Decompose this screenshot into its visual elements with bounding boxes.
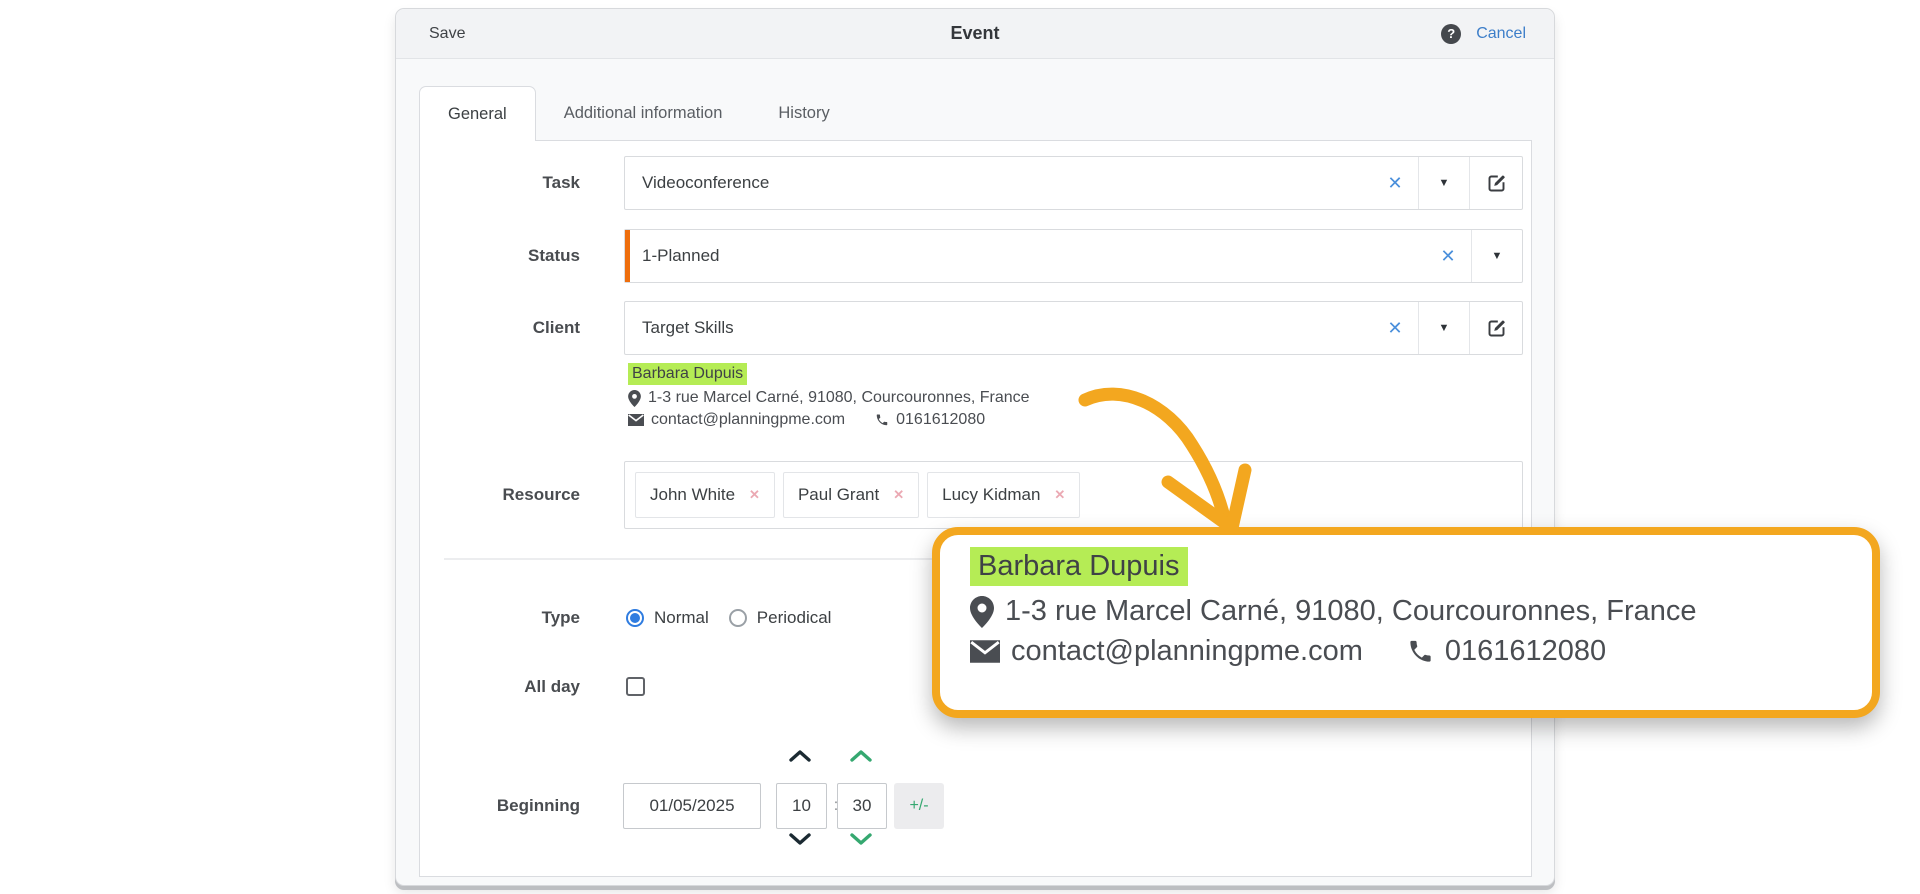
beginning-label: Beginning xyxy=(496,796,580,815)
radio-periodical[interactable]: Periodical xyxy=(728,608,832,628)
callout-phone-pair: 0161612080 xyxy=(1407,635,1606,668)
tab-additional-information[interactable]: Additional information xyxy=(536,86,751,141)
client-email-pair: contact@planningpme.com xyxy=(628,411,845,429)
all-day-checkbox[interactable] xyxy=(626,677,645,696)
chevron-down-icon[interactable]: ▼ xyxy=(1419,177,1469,189)
cancel-button[interactable]: Cancel xyxy=(1476,25,1526,43)
location-pin-icon xyxy=(970,595,994,628)
client-details-callout: Barbara Dupuis 1-3 rue Marcel Carné, 910… xyxy=(932,527,1880,718)
beginning-minute-input[interactable]: 30 xyxy=(837,783,887,829)
beginning-row: Beginning 01/05/2025 10 : 30 +/- xyxy=(396,783,1556,829)
resource-tag-label: Lucy Kidman xyxy=(942,485,1041,504)
minute-up-icon[interactable] xyxy=(848,748,874,764)
callout-contact-line: contact@planningpme.com 0161612080 xyxy=(970,635,1872,668)
envelope-icon xyxy=(628,414,644,426)
edit-pencil-icon[interactable] xyxy=(1470,173,1522,194)
clear-icon[interactable]: ✕ xyxy=(1372,318,1418,339)
phone-icon xyxy=(1407,638,1434,665)
page: Save Event ? Cancel General Additional i… xyxy=(0,0,1920,894)
plus-minus-button[interactable]: +/- xyxy=(894,783,944,829)
client-phone-pair: 0161612080 xyxy=(875,411,985,429)
client-address: 1-3 rue Marcel Carné, 91080, Courcouronn… xyxy=(648,389,1030,406)
clear-icon[interactable]: ✕ xyxy=(1372,173,1418,194)
location-pin-icon xyxy=(628,389,641,407)
callout-name-highlight: Barbara Dupuis xyxy=(970,547,1188,586)
radio-periodical-label: Periodical xyxy=(756,608,832,627)
edit-pencil-icon[interactable] xyxy=(1470,318,1522,339)
task-label: Task xyxy=(542,173,581,192)
resource-tag: Lucy Kidman ✕ xyxy=(927,472,1081,518)
tab-bar: General Additional information History xyxy=(419,86,858,141)
status-label: Status xyxy=(528,246,580,265)
save-button[interactable]: Save xyxy=(429,25,465,43)
remove-tag-icon[interactable]: ✕ xyxy=(1054,487,1065,503)
hour-up-icon[interactable] xyxy=(787,748,813,764)
remove-tag-icon[interactable]: ✕ xyxy=(749,487,760,503)
all-day-label: All day xyxy=(524,677,580,696)
task-value[interactable]: Videoconference xyxy=(625,173,1372,193)
beginning-date-input[interactable]: 01/05/2025 xyxy=(623,783,761,829)
minute-down-icon[interactable] xyxy=(848,831,874,847)
client-address-line: 1-3 rue Marcel Carné, 91080, Courcouronn… xyxy=(628,389,1030,407)
client-value[interactable]: Target Skills xyxy=(625,318,1372,338)
client-email: contact@planningpme.com xyxy=(651,411,846,428)
tab-history[interactable]: History xyxy=(750,86,857,141)
callout-address: 1-3 rue Marcel Carné, 91080, Courcouronn… xyxy=(1005,595,1697,627)
status-value[interactable]: 1-Planned xyxy=(625,246,1425,266)
dialog-header: Save Event ? Cancel xyxy=(396,9,1554,59)
help-icon[interactable]: ? xyxy=(1441,23,1462,44)
callout-phone: 0161612080 xyxy=(1444,635,1607,667)
header-actions: ? Cancel xyxy=(1441,23,1526,44)
hour-down-icon[interactable] xyxy=(787,831,813,847)
radio-normal[interactable]: Normal xyxy=(626,608,709,628)
client-name-highlight: Barbara Dupuis xyxy=(628,363,748,385)
type-options: Normal Periodical xyxy=(626,603,831,633)
callout-email-pair: contact@planningpme.com xyxy=(970,635,1363,668)
dialog-title: Event xyxy=(950,23,1000,43)
resource-tag-label: John White xyxy=(650,485,736,504)
client-contact-line: contact@planningpme.com 0161612080 xyxy=(628,411,1030,429)
callout-address-line: 1-3 rue Marcel Carné, 91080, Courcouronn… xyxy=(970,595,1872,628)
remove-tag-icon[interactable]: ✕ xyxy=(893,487,904,503)
event-dialog: Save Event ? Cancel General Additional i… xyxy=(395,8,1555,886)
resource-tag: John White ✕ xyxy=(635,472,775,518)
resource-multiselect[interactable]: John White ✕ Paul Grant ✕ Lucy Kidman ✕ xyxy=(624,461,1523,529)
task-select[interactable]: Videoconference ✕ ▼ xyxy=(624,156,1523,210)
envelope-icon xyxy=(970,640,1000,663)
client-select[interactable]: Target Skills ✕ ▼ xyxy=(624,301,1523,355)
tab-general[interactable]: General xyxy=(419,86,536,141)
status-select[interactable]: 1-Planned ✕ ▼ xyxy=(624,229,1523,283)
chevron-down-icon[interactable]: ▼ xyxy=(1419,322,1469,334)
clear-icon[interactable]: ✕ xyxy=(1425,246,1471,267)
radio-normal-label: Normal xyxy=(654,608,709,627)
client-label: Client xyxy=(532,318,580,337)
resource-tag-label: Paul Grant xyxy=(797,485,880,504)
client-info: Barbara Dupuis 1-3 rue Marcel Carné, 910… xyxy=(628,363,1030,429)
callout-email: contact@planningpme.com xyxy=(1011,635,1363,667)
type-label: Type xyxy=(541,608,580,627)
resource-tag: Paul Grant ✕ xyxy=(782,472,920,518)
resource-label: Resource xyxy=(502,485,580,504)
radio-selected-icon[interactable] xyxy=(626,609,644,627)
phone-icon xyxy=(875,413,889,427)
client-phone: 0161612080 xyxy=(896,411,986,428)
chevron-down-icon[interactable]: ▼ xyxy=(1472,250,1522,262)
radio-unselected-icon[interactable] xyxy=(728,609,747,627)
beginning-hour-input[interactable]: 10 xyxy=(776,783,827,829)
